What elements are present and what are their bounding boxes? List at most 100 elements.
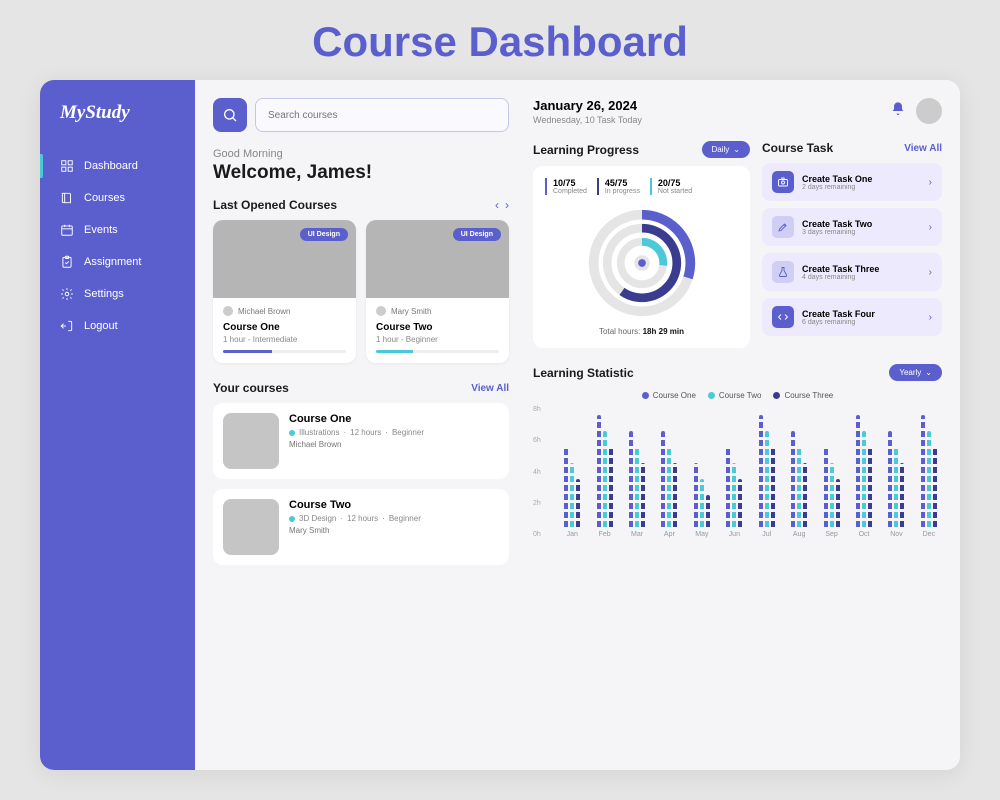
course-tag: UI Design (300, 228, 348, 241)
last-opened-title: Last Opened Courses (213, 198, 337, 212)
task-title: Create Task One (802, 174, 921, 184)
bell-icon[interactable] (890, 101, 906, 122)
nav-events[interactable]: Events (40, 214, 195, 246)
search-button[interactable] (213, 98, 247, 132)
logout-icon (60, 319, 74, 333)
chevron-right-icon: › (929, 222, 932, 233)
sidebar: MyStudy Dashboard Courses Events Assignm… (40, 80, 195, 770)
view-all-link[interactable]: View All (904, 143, 942, 154)
task-item[interactable]: Create Task Four6 days remaining › (762, 298, 942, 336)
greeting: Good Morning (213, 148, 509, 160)
stat-value: 10/75 (553, 178, 587, 188)
chevron-right-icon: › (929, 177, 932, 188)
course-card[interactable]: UI Design Mary Smith Course Two 1 hour -… (366, 220, 509, 363)
user-avatar[interactable] (916, 98, 942, 124)
task-title: Create Task Four (802, 309, 921, 319)
search-icon (222, 107, 238, 123)
nav-settings[interactable]: Settings (40, 278, 195, 310)
task-item[interactable]: Create Task Two3 days remaining › (762, 208, 942, 246)
nav-label: Logout (84, 320, 118, 332)
your-course-item[interactable]: Course One Illustrations · 12 hours · Be… (213, 403, 509, 479)
chevron-right-icon: › (929, 312, 932, 323)
nav-dashboard[interactable]: Dashboard (40, 150, 195, 182)
prev-button[interactable]: ‹ (495, 198, 499, 212)
task-subtitle: 6 days remaining (802, 319, 921, 326)
author-name: Mary Smith (289, 526, 421, 535)
app-window: MyStudy Dashboard Courses Events Assignm… (40, 80, 960, 770)
task-item[interactable]: Create Task Three4 days remaining › (762, 253, 942, 291)
nav-logout[interactable]: Logout (40, 310, 195, 342)
nav-assignment[interactable]: Assignment (40, 246, 195, 278)
calendar-icon (60, 223, 74, 237)
chevron-down-icon: ⌄ (925, 368, 932, 377)
logo: MyStudy (40, 102, 195, 124)
clipboard-icon (60, 255, 74, 269)
stat-value: 45/75 (605, 178, 640, 188)
course-thumbnail (223, 499, 279, 555)
book-icon (60, 191, 74, 205)
nav-label: Courses (84, 192, 125, 204)
chevron-down-icon: ⌄ (733, 145, 740, 154)
course-category: 3D Design (299, 514, 336, 523)
camera-icon (772, 171, 794, 193)
nav-courses[interactable]: Courses (40, 182, 195, 214)
course-card[interactable]: UI Design Michael Brown Course One 1 hou… (213, 220, 356, 363)
task-item[interactable]: Create Task One2 days remaining › (762, 163, 942, 201)
nav-label: Dashboard (84, 160, 138, 172)
author-name: Michael Brown (238, 307, 290, 316)
view-all-link[interactable]: View All (471, 383, 509, 394)
nav-label: Events (84, 224, 118, 236)
date-subtitle: Wednesday, 10 Task Today (533, 115, 642, 125)
progress-donut-chart (584, 205, 700, 321)
code-icon (772, 306, 794, 328)
course-title: Course Two (289, 499, 421, 511)
your-course-item[interactable]: Course Two 3D Design · 12 hours · Beginn… (213, 489, 509, 565)
flask-icon (772, 261, 794, 283)
task-subtitle: 2 days remaining (802, 184, 921, 191)
author-name: Michael Brown (289, 440, 424, 449)
course-title: Course Two (376, 322, 499, 333)
your-courses-title: Your courses (213, 381, 289, 395)
course-thumbnail (223, 413, 279, 469)
learning-statistic-title: Learning Statistic (533, 366, 634, 380)
course-title: Course One (289, 413, 424, 425)
nav-label: Assignment (84, 256, 141, 268)
course-meta: 1 hour - Beginner (376, 335, 499, 344)
progress-filter[interactable]: Daily⌄ (702, 141, 750, 158)
nav-label: Settings (84, 288, 124, 300)
learning-progress-title: Learning Progress (533, 143, 639, 157)
stat-label: Not started (658, 188, 692, 195)
course-title: Course One (223, 322, 346, 333)
task-title: Create Task Three (802, 264, 921, 274)
task-subtitle: 3 days remaining (802, 229, 921, 236)
total-hours: Total hours: 18h 29 min (599, 327, 684, 336)
search-input[interactable] (255, 98, 509, 132)
author-avatar (376, 306, 386, 316)
gear-icon (60, 287, 74, 301)
author-avatar (223, 306, 233, 316)
author-name: Mary Smith (391, 307, 431, 316)
task-title: Create Task Two (802, 219, 921, 229)
chevron-right-icon: › (929, 267, 932, 278)
course-thumbnail: UI Design (213, 220, 356, 298)
course-thumbnail: UI Design (366, 220, 509, 298)
main-right-column: January 26, 2024 Wednesday, 10 Task Toda… (525, 80, 960, 770)
course-meta: 1 hour - Intermediate (223, 335, 346, 344)
current-date: January 26, 2024 (533, 98, 642, 113)
course-category: Illustrations (299, 428, 339, 437)
progress-bar (376, 350, 499, 353)
statistic-filter[interactable]: Yearly⌄ (889, 364, 942, 381)
stat-value: 20/75 (658, 178, 692, 188)
stat-label: Completed (553, 188, 587, 195)
grid-icon (60, 159, 74, 173)
welcome: Welcome, James! (213, 162, 509, 184)
next-button[interactable]: › (505, 198, 509, 212)
task-subtitle: 4 days remaining (802, 274, 921, 281)
progress-bar (223, 350, 346, 353)
learning-statistic-chart: 0h2h4h6h8h JanFebMarAprMayJunJulAugSepOc… (533, 406, 942, 556)
main-left-column: Good Morning Welcome, James! Last Opened… (195, 80, 525, 770)
course-task-title: Course Task (762, 141, 833, 155)
page-heading: Course Dashboard (312, 18, 688, 66)
course-tag: UI Design (453, 228, 501, 241)
stat-label: In progress (605, 188, 640, 195)
